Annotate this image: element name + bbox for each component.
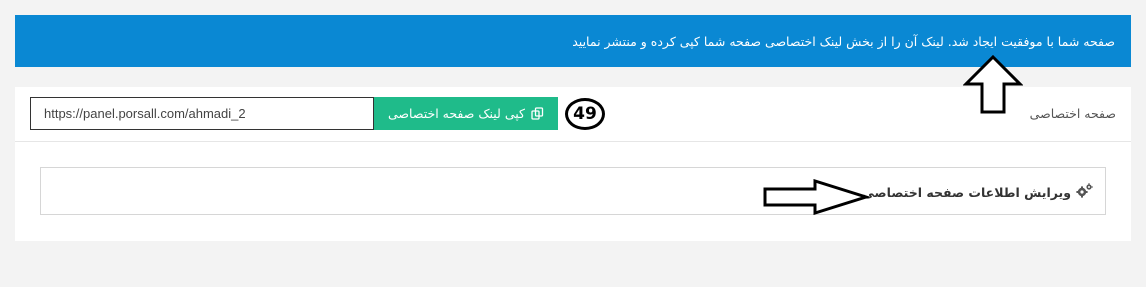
step-number-badge: 49 <box>565 98 605 130</box>
copy-link-button-label: کپی لینک صفحه اختصاصی <box>388 106 525 121</box>
edit-page-info-heading[interactable]: ویرایش اطلاعات صفحه اختصاصی <box>862 183 1093 201</box>
dedicated-page-label: صفحه اختصاصی <box>1029 106 1116 121</box>
copy-link-button[interactable]: کپی لینک صفحه اختصاصی <box>374 97 558 130</box>
gears-icon <box>1076 183 1093 201</box>
arrow-right-icon <box>763 178 872 219</box>
edit-page-info-title: ویرایش اطلاعات صفحه اختصاصی <box>861 184 1071 200</box>
step-number: 49 <box>573 104 597 124</box>
copy-icon <box>531 107 544 120</box>
edit-page-info-section[interactable]: ویرایش اطلاعات صفحه اختصاصی <box>40 167 1106 215</box>
arrow-up-icon <box>962 54 1024 119</box>
dedicated-link-input[interactable] <box>30 97 374 130</box>
success-alert-message: صفحه شما با موفقیت ایجاد شد. لینک آن را … <box>572 33 1115 49</box>
